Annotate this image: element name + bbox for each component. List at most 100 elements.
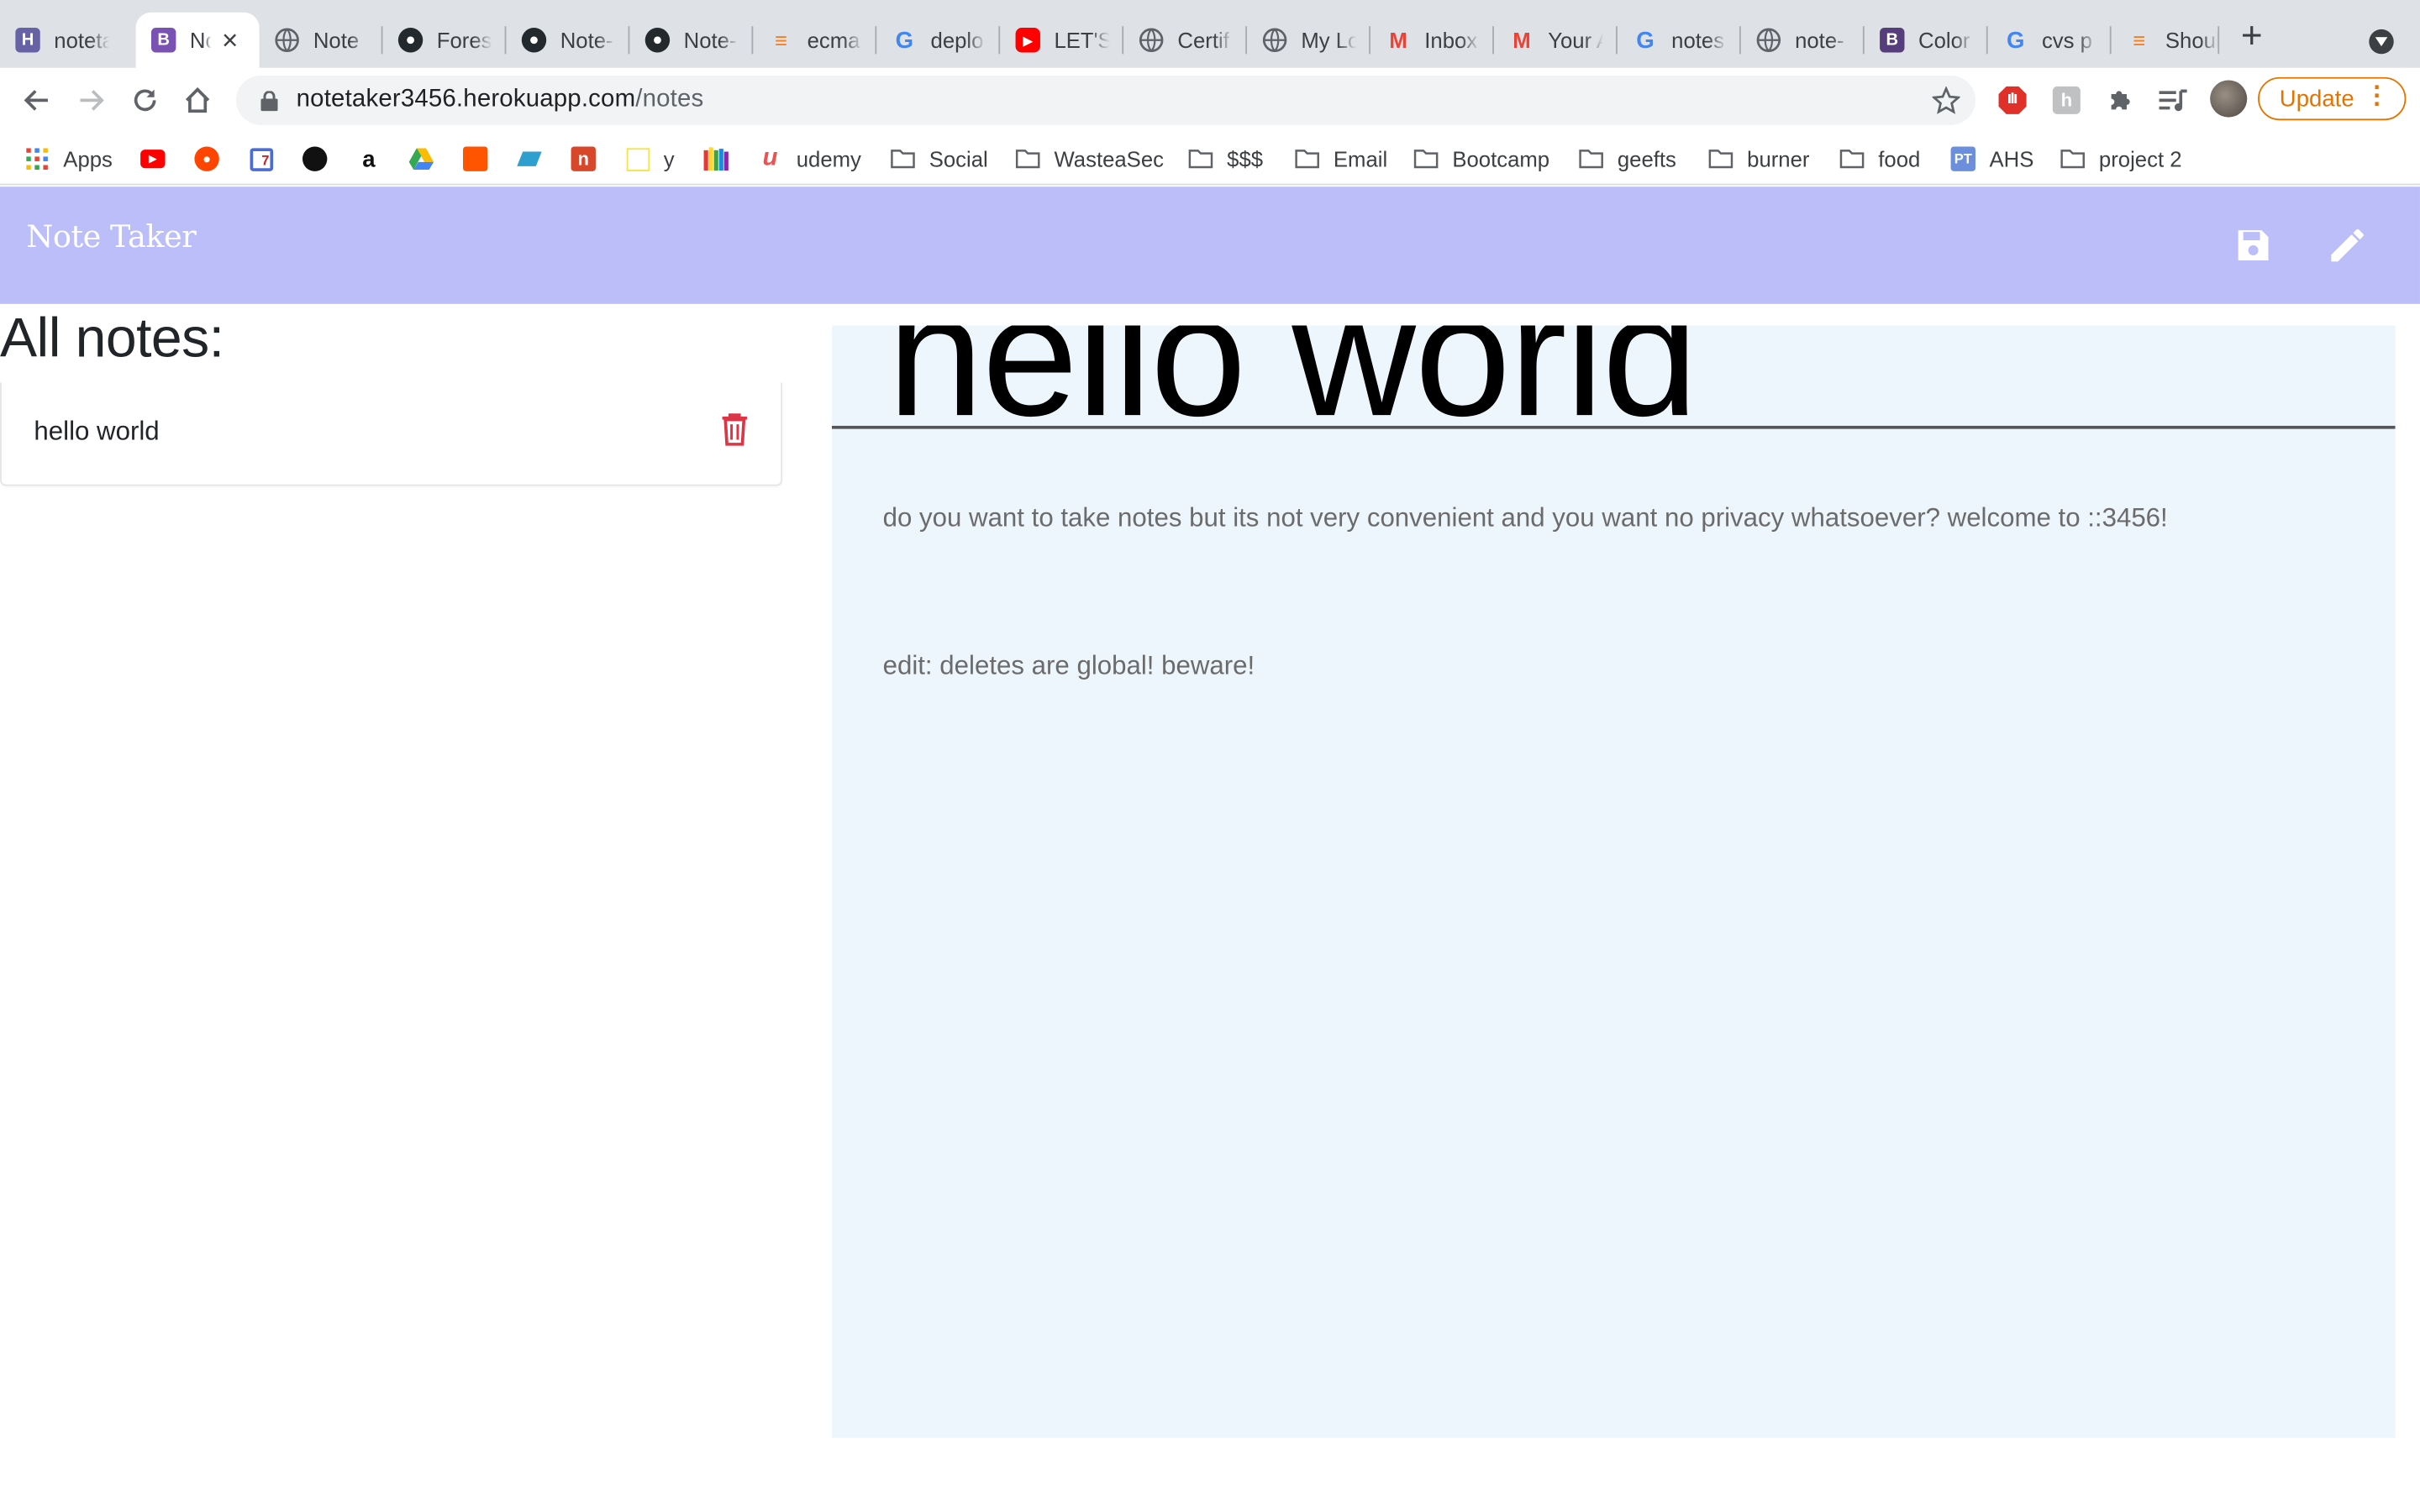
tab-certif[interactable]: Certif xyxy=(1123,13,1247,68)
tab-ecma[interactable]: ≡ ecma xyxy=(753,13,876,68)
bookmark-folder-bootcamp[interactable]: Bootcamp xyxy=(1413,144,1549,175)
tab-color[interactable]: B Color xyxy=(1865,13,1988,68)
tab-label: Inbox xyxy=(1424,28,1478,53)
bookmark-apps[interactable]: Apps xyxy=(24,144,113,175)
bookmark-folder-project-2[interactable]: project 2 xyxy=(2060,144,2182,175)
more-options-icon[interactable]: ⋮ xyxy=(2365,83,2389,111)
list-item[interactable]: hello world xyxy=(2,383,781,485)
new-tab-plus-icon[interactable]: + xyxy=(2232,15,2272,57)
tab-note[interactable]: Note xyxy=(260,13,383,68)
pencil-icon[interactable] xyxy=(2323,221,2372,270)
brand-title[interactable]: Note Taker xyxy=(26,218,197,255)
profile-avatar[interactable] xyxy=(2210,80,2248,118)
extensions-puzzle-icon[interactable] xyxy=(2103,83,2137,117)
bookmark-calendar[interactable]: 7 xyxy=(249,144,287,175)
bookmark-udemy[interactable]: u udemy xyxy=(758,144,861,175)
folder-icon xyxy=(1708,146,1733,171)
tab-cvs[interactable]: G cvs p xyxy=(1988,13,2112,68)
gmail-icon: M xyxy=(1512,28,1531,53)
bookmark-folder-burner[interactable]: burner xyxy=(1708,144,1809,175)
tab-label: noteta xyxy=(54,28,110,53)
tab-label: LET'S xyxy=(1054,28,1110,53)
tab-lets[interactable]: ▶ LET'S xyxy=(1000,13,1123,68)
bookmarks-bar: Apps ▶ ● 7 a n y u udemy Social WasteaSe… xyxy=(0,132,2420,186)
note-list-title[interactable]: hello world xyxy=(34,417,159,448)
media-queue-icon[interactable] xyxy=(2156,83,2190,117)
tab-label: Note- xyxy=(683,28,737,53)
bookmark-folder-social[interactable]: Social xyxy=(891,144,988,175)
bookmark-label: Email xyxy=(1333,146,1388,171)
tab-label: ecma xyxy=(807,28,860,53)
folder-icon xyxy=(1015,146,1040,171)
bookmark-star-icon[interactable] xyxy=(1931,86,1961,114)
tab-your-a[interactable]: M Your A xyxy=(1494,13,1618,68)
reload-icon[interactable] xyxy=(127,81,164,118)
close-tab-icon[interactable]: × xyxy=(216,24,244,55)
tab-separator xyxy=(2217,26,2220,55)
tab-note-dash[interactable]: note- xyxy=(1741,13,1865,68)
bookmark-label: Social xyxy=(929,146,988,171)
tab-should[interactable]: ≡ Shoul xyxy=(2112,13,2220,68)
h-extension-icon[interactable]: h xyxy=(2049,83,2083,117)
bookmark-amazon[interactable]: a xyxy=(356,144,395,175)
gmail-icon: M xyxy=(1389,28,1407,53)
tab-inbox[interactable]: M Inbox xyxy=(1370,13,1494,68)
bookmark-youtube[interactable]: ▶ xyxy=(140,144,179,175)
bookmark-reddit[interactable]: ● xyxy=(194,144,233,175)
bookmark-parallelogram[interactable] xyxy=(517,144,555,175)
reddit-icon: ● xyxy=(194,146,219,171)
folder-icon xyxy=(1295,146,1319,171)
tab-note-taker-active[interactable]: B Nc × xyxy=(135,12,260,68)
bookmark-label: WasteaSec xyxy=(1054,146,1165,171)
folder-icon xyxy=(1413,146,1439,171)
bookmark-ahs[interactable]: PT AHS xyxy=(1950,144,2033,175)
bookmark-folder-wasteasec[interactable]: WasteaSec xyxy=(1015,144,1165,175)
bookmark-folder-food[interactable]: food xyxy=(1839,144,1920,175)
bookmark-soundcloud[interactable] xyxy=(463,144,502,175)
tab-label: My Lo xyxy=(1301,28,1357,53)
tab-deploy[interactable]: G deplo xyxy=(876,13,1000,68)
lock-icon[interactable] xyxy=(258,90,280,112)
tab-notes-google[interactable]: G notes xyxy=(1618,13,1741,68)
bookmark-books[interactable] xyxy=(703,144,743,175)
note-title-input[interactable]: hello world xyxy=(831,326,2396,429)
tab-search-icon[interactable] xyxy=(2369,29,2394,55)
bookmark-circle[interactable] xyxy=(302,144,341,175)
stackoverflow-icon: ≡ xyxy=(2133,28,2146,53)
update-label: Update xyxy=(2279,85,2354,113)
google-icon: G xyxy=(895,27,914,54)
forward-arrow-icon[interactable] xyxy=(72,81,109,118)
folder-icon xyxy=(1188,146,1213,171)
udemy-icon: u xyxy=(762,144,778,171)
address-bar[interactable]: notetaker3456.herokuapp.com/notes xyxy=(236,75,1975,125)
google-drive-icon xyxy=(408,146,434,171)
update-button[interactable]: Update ⋮ xyxy=(2258,76,2407,121)
tab-strip: H noteta B Nc × Note ● Forest ● Note- ● … xyxy=(0,0,2420,68)
tab-note-github-2[interactable]: ● Note- xyxy=(629,13,753,68)
github-icon: ● xyxy=(397,28,424,53)
browser-toolbar: notetaker3456.herokuapp.com/notes h Upda… xyxy=(0,67,2420,133)
tab-note-github[interactable]: ● Note- xyxy=(506,13,629,68)
home-icon[interactable] xyxy=(179,81,216,118)
url-text[interactable]: notetaker3456.herokuapp.com/notes xyxy=(297,87,704,114)
save-icon[interactable] xyxy=(2228,221,2278,270)
bookmark-n[interactable]: n xyxy=(571,144,610,175)
bookmark-label: Bootcamp xyxy=(1452,146,1550,171)
n-logo-icon: n xyxy=(571,146,596,171)
bookmark-google-drive[interactable] xyxy=(408,144,448,175)
back-arrow-icon[interactable] xyxy=(18,81,55,118)
tab-label: notes xyxy=(1671,28,1725,53)
bookmark-y[interactable]: y xyxy=(625,144,675,175)
tab-notetaker-heroku[interactable]: H noteta xyxy=(0,13,136,68)
url-path: /notes xyxy=(635,86,704,113)
bookmark-folder-geefts[interactable]: geefts xyxy=(1579,144,1676,175)
note-textarea[interactable]: do you want to take notes but its not ve… xyxy=(883,481,2365,703)
adblock-extension-icon[interactable] xyxy=(1996,83,2029,117)
tab-my-lo[interactable]: My Lo xyxy=(1247,13,1370,68)
folder-icon xyxy=(2060,146,2085,171)
bookmark-folder-money[interactable]: $$$ xyxy=(1188,144,1263,175)
trash-icon[interactable] xyxy=(721,412,752,446)
tab-label: Shoul xyxy=(2165,28,2220,53)
bookmark-folder-email[interactable]: Email xyxy=(1295,144,1387,175)
tab-forest[interactable]: ● Forest xyxy=(383,13,507,68)
